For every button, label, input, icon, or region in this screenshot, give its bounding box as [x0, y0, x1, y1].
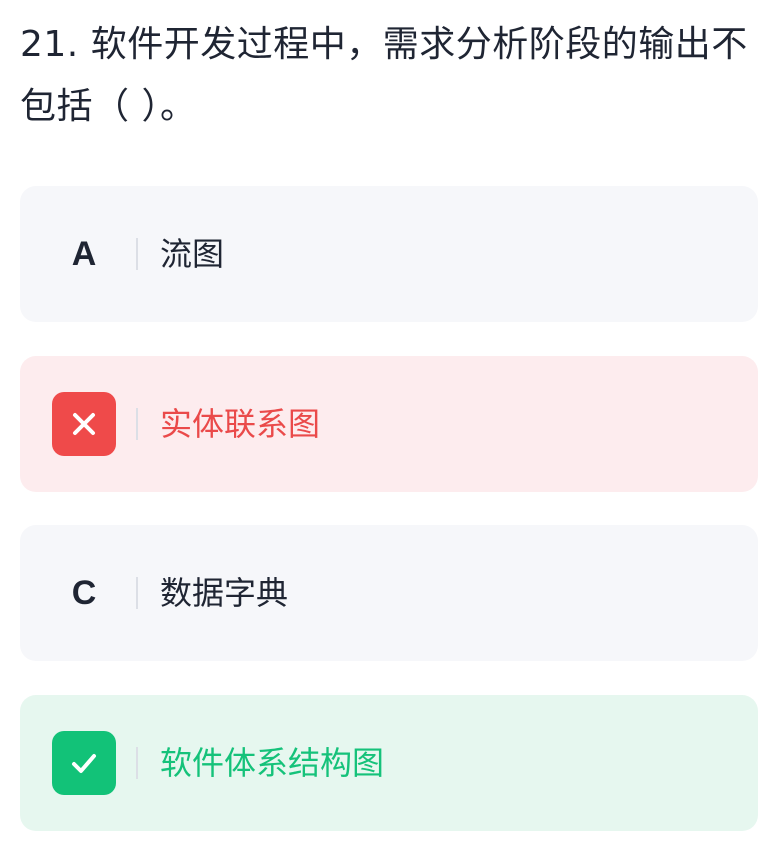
close-icon — [73, 413, 95, 435]
option-d[interactable]: 软件体系结构图 — [20, 695, 758, 831]
option-divider — [136, 577, 138, 609]
option-c[interactable]: C 数据字典 — [20, 525, 758, 661]
option-d-text: 软件体系结构图 — [160, 744, 385, 782]
option-b-text: 实体联系图 — [160, 405, 321, 443]
option-a-text: 流图 — [160, 235, 225, 273]
option-b[interactable]: 实体联系图 — [20, 356, 758, 492]
check-icon — [72, 754, 96, 773]
option-c-text: 数据字典 — [160, 574, 289, 612]
wrong-badge — [52, 392, 116, 456]
option-divider — [136, 408, 138, 440]
option-a-letter: A — [71, 234, 97, 273]
correct-badge — [52, 731, 116, 795]
option-a[interactable]: A 流图 — [20, 186, 758, 322]
option-c-marker: C — [52, 561, 116, 625]
option-divider — [136, 238, 138, 270]
option-divider — [136, 747, 138, 779]
option-c-letter: C — [71, 573, 97, 612]
option-a-marker: A — [52, 222, 116, 286]
question-text: 21. 软件开发过程中，需求分析阶段的输出不包括（ ）。 — [20, 24, 748, 127]
